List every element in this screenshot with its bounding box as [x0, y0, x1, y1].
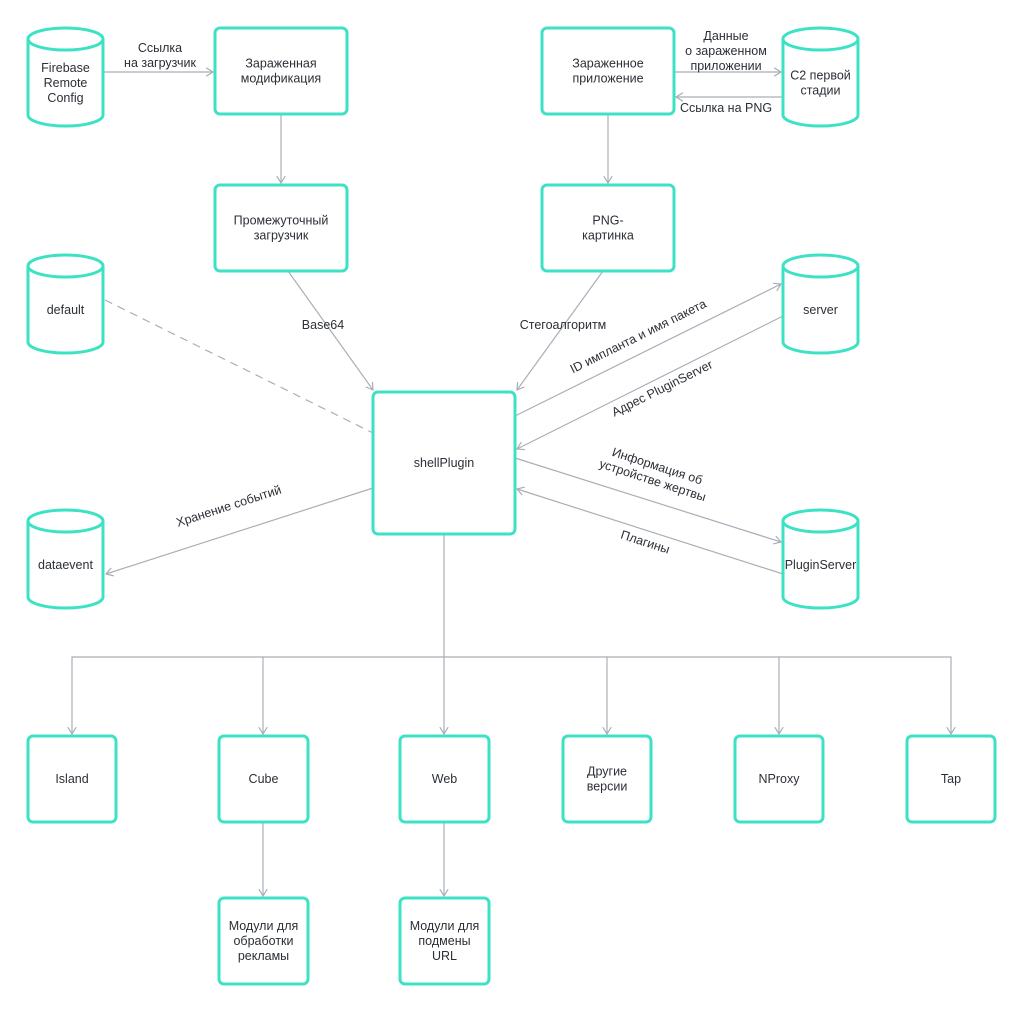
- edge-label-line: Ссылка на PNG: [680, 101, 772, 115]
- node-label: Модули для: [410, 919, 480, 933]
- database-cylinder-body: [781, 39, 860, 128]
- edge-shellplugin-to-other-versions: [444, 656, 612, 736]
- nodes-layer: FirebaseRemoteConfig Зараженнаямодификаци…: [26, 26, 997, 986]
- node-label: default: [47, 303, 85, 317]
- edge-label: Данныео зараженномприложении: [685, 29, 767, 73]
- edge-infected-mod-to-intermediate-loader: [276, 114, 286, 185]
- node-label: Модули для: [229, 919, 299, 933]
- node-label: Web: [432, 772, 458, 786]
- node-label: Config: [47, 91, 83, 105]
- node-label: Firebase: [41, 61, 90, 75]
- database-cylinder-top: [26, 508, 105, 534]
- node-tap: Tap: [905, 734, 997, 824]
- node-label: Другие: [587, 765, 627, 779]
- edge-label-line: на загрузчик: [124, 56, 196, 70]
- edge-shellplugin-to-cube: [258, 657, 268, 736]
- node-png-image: PNG-картинка: [540, 183, 676, 273]
- node-label: Зараженная: [245, 57, 316, 71]
- node-label: URL: [432, 949, 457, 963]
- node-label: обработки: [233, 934, 293, 948]
- connector-line: [779, 656, 952, 734]
- node-island: Island: [26, 734, 118, 824]
- node-shellplugin: shellPlugin: [371, 390, 517, 536]
- edge-label-line: Base64: [302, 318, 344, 332]
- node-label: стадии: [800, 84, 840, 98]
- edge-label-line: Плагины: [619, 528, 672, 557]
- node-label: приложение: [572, 72, 643, 86]
- node-label: загрузчик: [254, 229, 309, 243]
- node-label: NProxy: [759, 772, 801, 786]
- node-label: Зараженное: [572, 57, 643, 71]
- node-label: PluginServer: [785, 558, 857, 572]
- node-ad-modules: Модули дляобработкирекламы: [217, 896, 310, 986]
- edge-label-line: Адрес PluginServer: [609, 357, 714, 419]
- database-cylinder-top: [26, 253, 105, 279]
- edge-label: Стегоалгоритм: [520, 318, 607, 332]
- database-cylinder-top: [26, 26, 105, 52]
- edge-infected-app-to-png-image: [603, 114, 613, 185]
- node-c2-first: C2 первойстадии: [781, 26, 860, 128]
- edge-label-line: Стегоалгоритм: [520, 318, 607, 332]
- node-nproxy: NProxy: [733, 734, 825, 824]
- edge-label: Ссылкана загрузчик: [124, 41, 196, 70]
- edge-shellplugin-to-web: [439, 657, 449, 736]
- node-infected-app: Зараженноеприложение: [540, 26, 676, 116]
- node-web: Web: [398, 734, 491, 824]
- node-label: server: [803, 303, 838, 317]
- edge-shellplugin-to-island: [67, 534, 445, 736]
- malware-architecture-diagram: FirebaseRemoteConfig Зараженнаямодификаци…: [26, 26, 997, 986]
- edge-label: Base64: [302, 318, 344, 332]
- edge-label: Ссылка на PNG: [680, 101, 772, 115]
- node-label: PNG-: [592, 214, 623, 228]
- connector-line: [444, 656, 608, 734]
- connector-line: [607, 656, 780, 734]
- database-cylinder-top: [781, 26, 860, 52]
- node-default: default: [26, 253, 105, 355]
- edge-label-line: Ссылка: [138, 41, 182, 55]
- node-server: server: [781, 253, 860, 355]
- connector-line: [71, 534, 445, 734]
- edge-label: Плагины: [619, 528, 672, 557]
- edge-shellplugin-to-tap: [779, 656, 956, 736]
- node-pluginserver: PluginServer: [781, 508, 860, 610]
- node-label: C2 первой: [790, 69, 851, 83]
- node-label: Cube: [249, 772, 279, 786]
- node-other-versions: Другиеверсии: [561, 734, 653, 824]
- node-dataevent: dataevent: [26, 508, 105, 610]
- edge-label-line: Данные: [703, 29, 748, 43]
- connector-line: [516, 488, 784, 575]
- node-url-modules: Модули дляподменыURL: [398, 896, 491, 986]
- edge-cube-to-ad-modules: [258, 822, 268, 898]
- node-label: рекламы: [238, 949, 289, 963]
- edge-label: Адрес PluginServer: [609, 357, 714, 419]
- database-cylinder-top: [781, 508, 860, 534]
- node-label: Tap: [941, 772, 961, 786]
- edge-web-to-url-modules: [439, 822, 449, 898]
- node-firebase: FirebaseRemoteConfig: [26, 26, 105, 128]
- node-label: dataevent: [38, 558, 93, 572]
- node-label: Remote: [44, 76, 88, 90]
- edge-label: Информация обустройстве жертвы: [598, 445, 708, 504]
- node-label: Промежуточный: [234, 214, 329, 228]
- node-intermediate-loader: Промежуточныйзагрузчик: [213, 183, 349, 273]
- edge-c2-first-to-infected-app: [674, 92, 783, 102]
- node-cube: Cube: [217, 734, 310, 824]
- edge-shellplugin-to-nproxy: [607, 656, 784, 736]
- node-label: модификация: [241, 72, 321, 86]
- node-label: Island: [55, 772, 88, 786]
- node-label: картинка: [582, 229, 634, 243]
- node-label: версии: [587, 780, 628, 794]
- edge-label-line: о зараженном: [685, 44, 767, 58]
- node-label: shellPlugin: [414, 456, 475, 470]
- edge-label-line: приложении: [690, 59, 761, 73]
- node-label: подмены: [418, 934, 470, 948]
- node-infected-mod: Зараженнаямодификация: [213, 26, 349, 116]
- database-cylinder-top: [781, 253, 860, 279]
